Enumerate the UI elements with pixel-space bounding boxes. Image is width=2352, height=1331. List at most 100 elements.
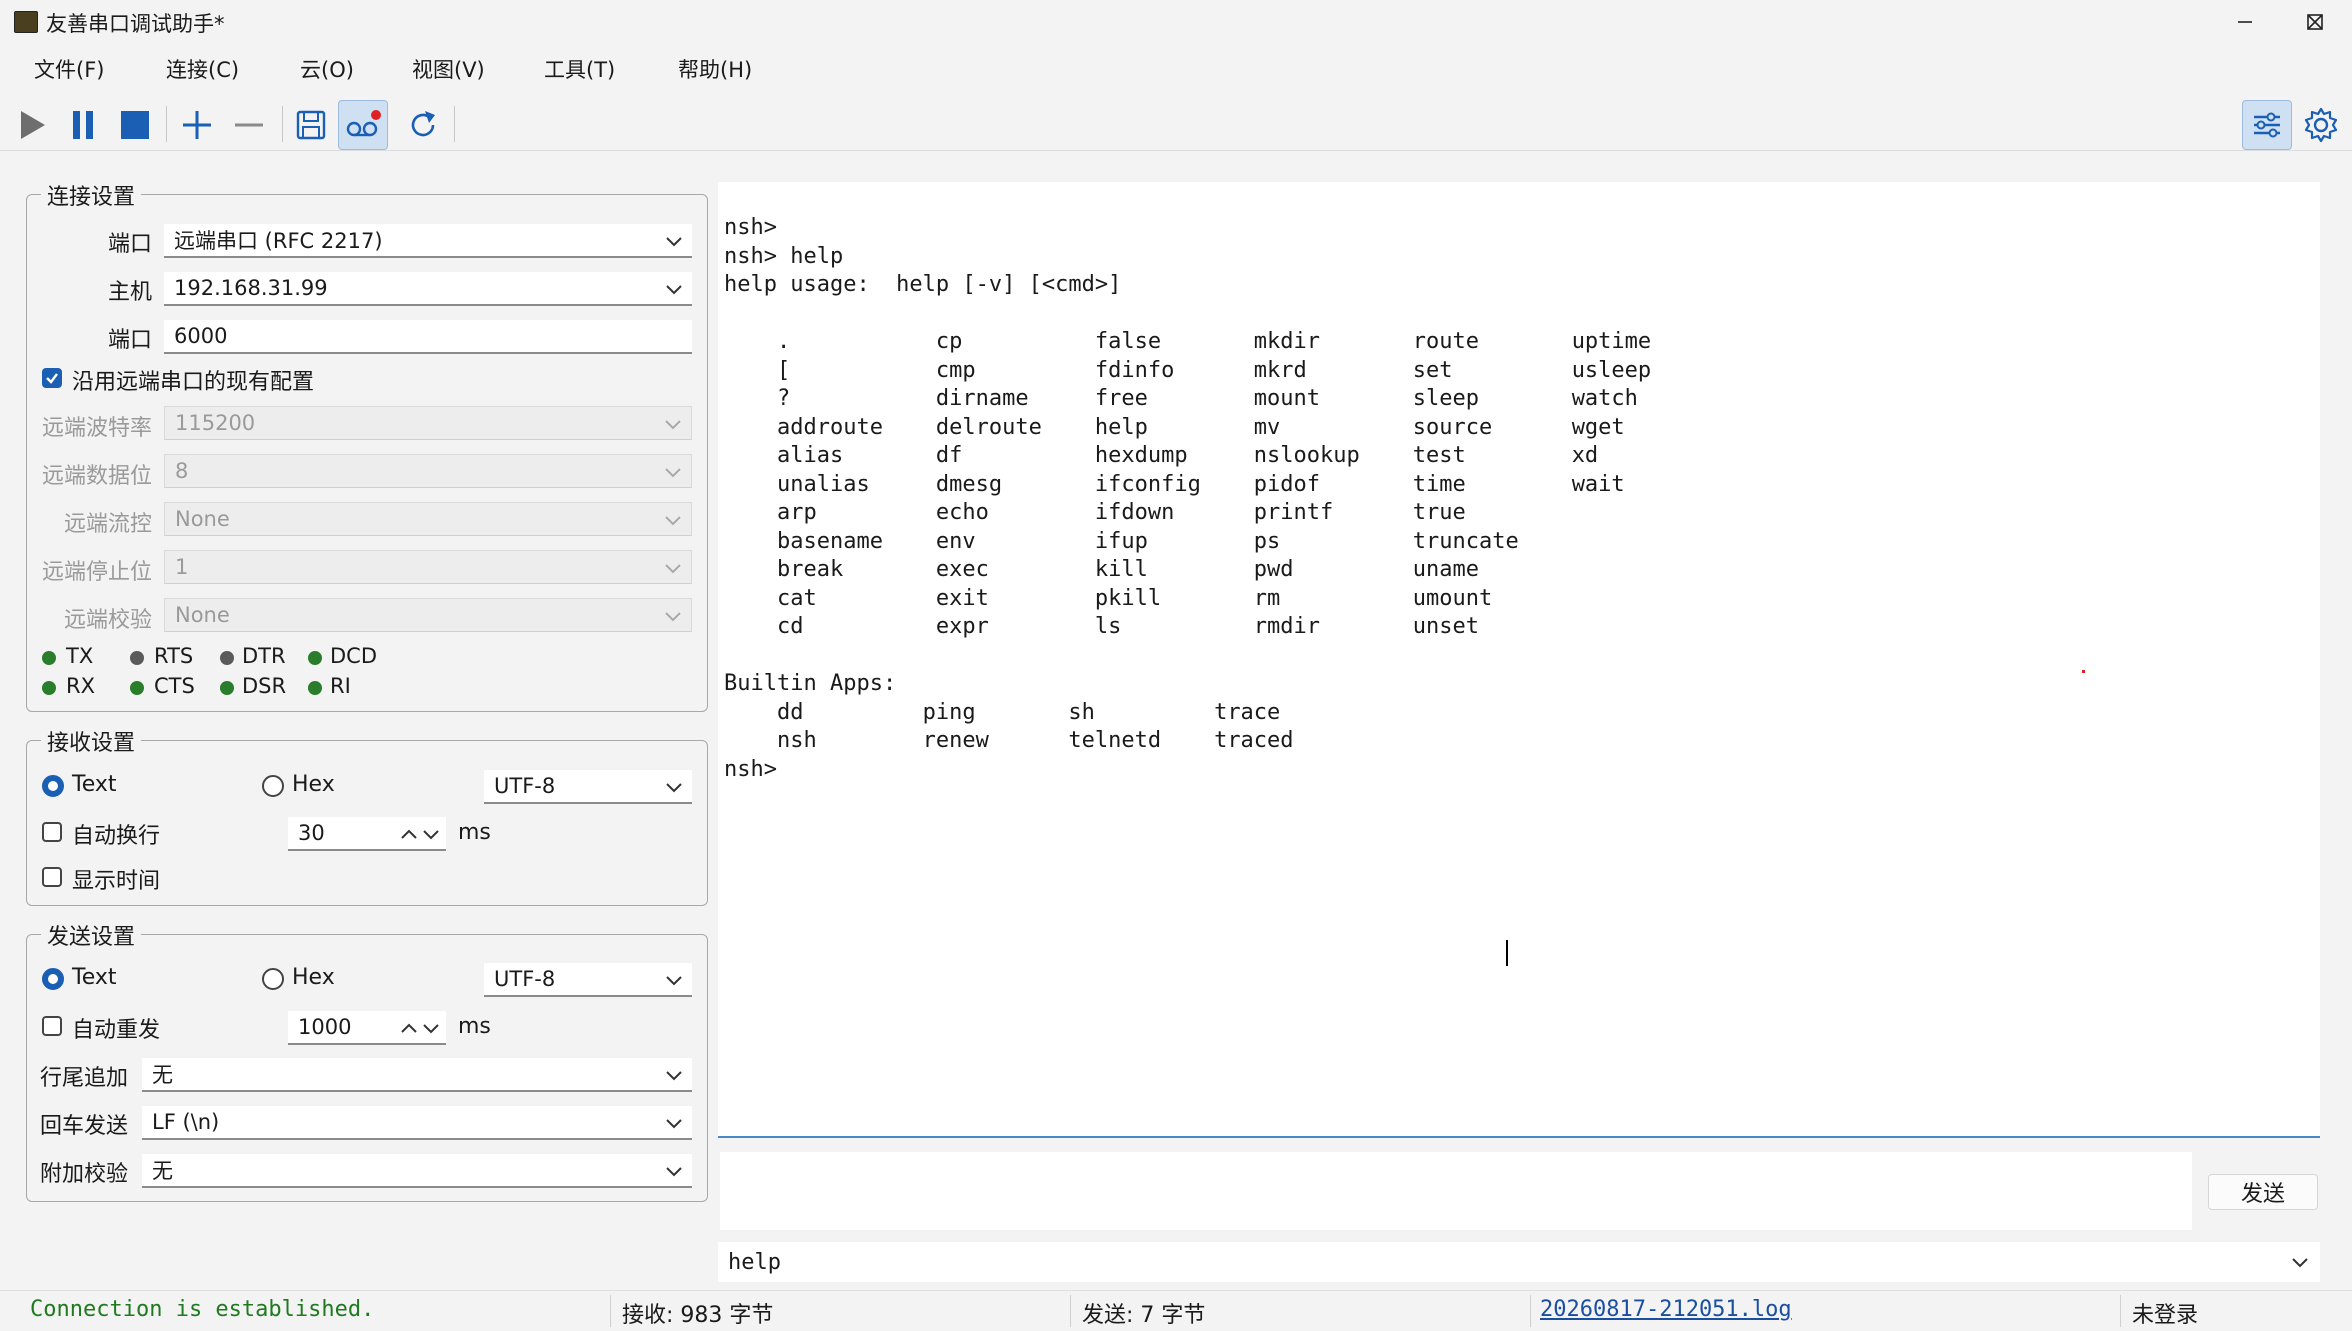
host-label: 主机 (107, 280, 152, 305)
line-end-select[interactable]: 无 (142, 1058, 692, 1092)
status-bar: Connection is established. 接收: 983 字节 发送… (0, 1290, 2352, 1331)
dsr-indicator (220, 681, 234, 695)
resend-ms-unit: ms (458, 1014, 491, 1039)
use-remote-config-checkbox[interactable] (42, 368, 62, 388)
menu-help[interactable]: 帮助(H) (678, 54, 752, 84)
send-hex-label: Hex (292, 965, 335, 990)
chevron-down-icon (665, 420, 681, 430)
remote-stopbits-select[interactable]: 1 (164, 550, 692, 584)
stop-icon (121, 111, 149, 139)
ri-indicator (308, 681, 322, 695)
rts-indicator (130, 651, 144, 665)
send-input[interactable] (720, 1152, 2192, 1230)
enter-send-label: 回车发送 (40, 1114, 129, 1139)
rx-label: RX (66, 674, 95, 698)
chevron-down-icon (665, 564, 681, 574)
preferences-button[interactable] (2296, 100, 2346, 150)
log-file-link[interactable]: 20260817-212051.log (1540, 1297, 1792, 1322)
wrap-ms-stepper[interactable]: 30 (288, 817, 446, 851)
chevron-down-icon (665, 516, 681, 526)
send-button[interactable]: 发送 (2208, 1174, 2318, 1210)
close-button[interactable] (2280, 0, 2350, 44)
plus-icon (183, 111, 211, 139)
send-hex-radio[interactable] (262, 968, 284, 990)
remote-baud-select[interactable]: 115200 (164, 406, 692, 440)
remove-button[interactable] (224, 100, 274, 150)
chevron-down-icon (666, 237, 682, 247)
remote-parity-select[interactable]: None (164, 598, 692, 632)
menu-bar: 文件(F) 连接(C) 云(O) 视图(V) 工具(T) 帮助(H) (0, 48, 2352, 88)
port-select[interactable]: 远端串口 (RFC 2217) (164, 224, 692, 258)
pause-icon (73, 111, 93, 139)
text-cursor (1506, 940, 1508, 966)
chevron-down-icon (666, 1119, 682, 1129)
chevron-down-icon (666, 1071, 682, 1081)
dtr-label: DTR (242, 644, 286, 668)
send-text-label: Text (72, 965, 117, 990)
menu-connect[interactable]: 连接(C) (166, 54, 239, 84)
tcp-port-input[interactable]: 6000 (164, 320, 692, 354)
remote-baud-label: 远端波特率 (41, 416, 152, 441)
resend-ms-stepper[interactable]: 1000 (288, 1011, 446, 1045)
chevron-down-icon (666, 1167, 682, 1177)
terminal-output[interactable]: nsh> nsh> help help usage: help [-v] [<c… (718, 182, 2320, 1138)
line-end-label: 行尾追加 (40, 1066, 129, 1091)
menu-file[interactable]: 文件(F) (34, 54, 104, 84)
remote-parity-label: 远端校验 (63, 608, 152, 633)
remote-flow-select[interactable]: None (164, 502, 692, 536)
dsr-label: DSR (242, 674, 287, 698)
host-select[interactable]: 192.168.31.99 (164, 272, 692, 306)
use-remote-config-label: 沿用远端串口的现有配置 (72, 370, 315, 395)
minus-icon (235, 123, 263, 127)
menu-view[interactable]: 视图(V) (412, 54, 485, 84)
auto-wrap-checkbox[interactable] (42, 822, 62, 842)
enter-send-select[interactable]: LF (\n) (142, 1106, 692, 1140)
connection-status: Connection is established. (30, 1297, 375, 1322)
received-count: 接收: 983 字节 (622, 1303, 774, 1328)
chevron-down-icon (666, 285, 682, 295)
tcp-port-label: 端口 (107, 328, 152, 353)
start-button[interactable] (6, 100, 56, 150)
cts-label: CTS (154, 674, 195, 698)
rts-label: RTS (154, 644, 194, 668)
stop-button[interactable] (110, 100, 160, 150)
add-button[interactable] (172, 100, 222, 150)
login-status[interactable]: 未登录 (2132, 1297, 2198, 1329)
tx-label: TX (66, 644, 94, 668)
settings-panel-button[interactable] (2242, 100, 2292, 150)
record-icon (346, 110, 381, 137)
chevron-down-icon (665, 468, 681, 478)
chevron-down-icon (666, 783, 682, 793)
chevron-down-icon (665, 612, 681, 622)
send-history-select[interactable]: help (718, 1242, 2320, 1282)
minimize-button[interactable] (2210, 0, 2280, 44)
checksum-select[interactable]: 无 (142, 1154, 692, 1188)
pause-button[interactable] (58, 100, 108, 150)
terminal-text: nsh> nsh> help help usage: help [-v] [<c… (724, 215, 1652, 782)
save-icon (296, 110, 326, 140)
send-encoding-select[interactable]: UTF-8 (484, 963, 692, 997)
auto-wrap-label: 自动换行 (72, 824, 161, 849)
refresh-button[interactable] (398, 100, 448, 150)
save-button[interactable] (286, 100, 336, 150)
menu-tools[interactable]: 工具(T) (544, 54, 615, 84)
send-text-radio[interactable] (42, 968, 64, 990)
receive-hex-radio[interactable] (262, 775, 284, 797)
wrap-ms-unit: ms (458, 820, 491, 845)
port-label: 端口 (107, 232, 152, 257)
refresh-icon (411, 111, 435, 137)
receive-text-radio[interactable] (42, 775, 64, 797)
receive-encoding-select[interactable]: UTF-8 (484, 770, 692, 804)
auto-resend-checkbox[interactable] (42, 1016, 62, 1036)
stray-red-pixel (2082, 670, 2085, 673)
checksum-label: 附加校验 (40, 1162, 129, 1187)
close-icon (2307, 14, 2323, 30)
show-time-label: 显示时间 (72, 869, 161, 894)
remote-databits-select[interactable]: 8 (164, 454, 692, 488)
record-button[interactable] (338, 100, 388, 150)
show-time-checkbox[interactable] (42, 867, 62, 887)
menu-cloud[interactable]: 云(O) (300, 54, 354, 84)
minimize-icon (2238, 21, 2252, 23)
toolbar (0, 96, 2352, 152)
remote-stopbits-label: 远端停止位 (41, 560, 152, 585)
